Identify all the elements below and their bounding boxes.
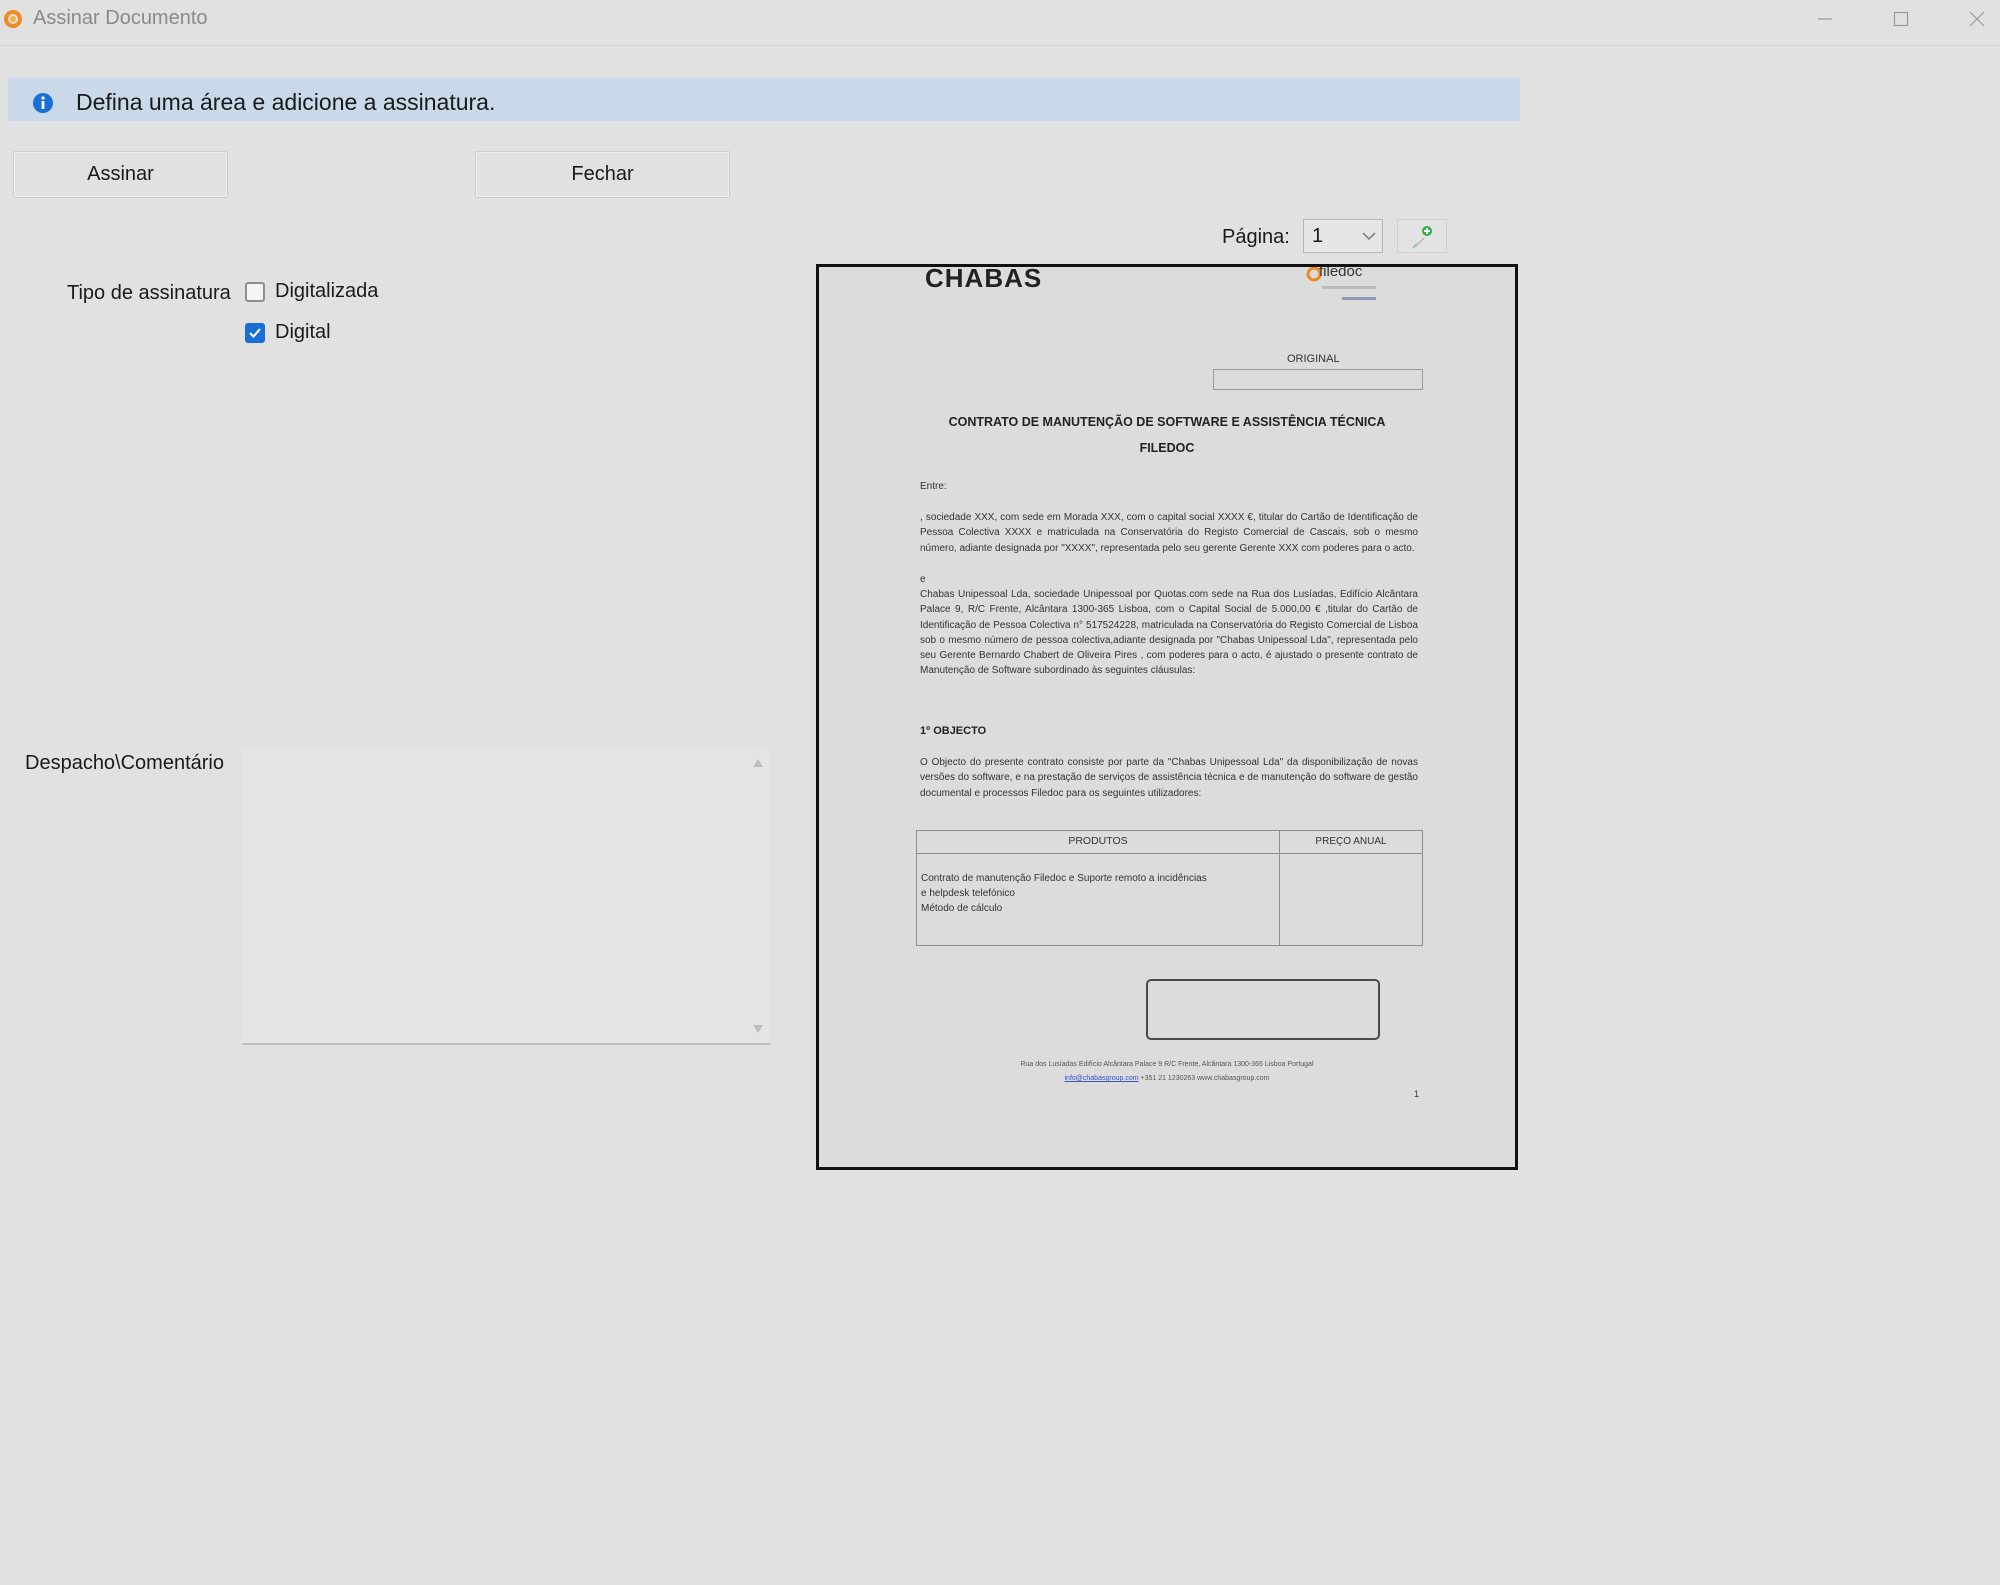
window-title: Assinar Documento [33, 7, 208, 29]
original-label: ORIGINAL [1287, 353, 1340, 365]
filedoc-logo-text: filedoc [1319, 264, 1363, 280]
app-logo-icon [2, 8, 24, 30]
chevron-down-icon [1362, 232, 1376, 241]
logo-bar [1342, 297, 1376, 300]
document-footer-address: Rua dos Lusíadas Edifício Alcântara Pala… [1020, 1061, 1314, 1068]
checkmark-icon [249, 328, 261, 338]
document-preview[interactable]: CHABAS filedoc ORIGINAL CONTRATO DE MANU… [816, 264, 1518, 1170]
title-bar [0, 0, 2000, 46]
page-label: Página: [1222, 226, 1290, 248]
comment-scrollbar[interactable] [746, 748, 770, 1045]
banner-message: Defina uma área e adicione a assinatura. [76, 89, 496, 115]
signature-area[interactable] [1146, 979, 1380, 1040]
document-footer-contact-rest: +351 21 1230263 www.chabasgroup.com [1138, 1075, 1270, 1082]
document-e: e [920, 574, 926, 585]
document-party2: Chabas Unipessoal Lda, sociedade Unipess… [920, 589, 1418, 677]
minimize-icon [1818, 18, 1832, 20]
close-button[interactable]: Fechar [475, 151, 730, 198]
digitalizada-label[interactable]: Digitalizada [275, 280, 378, 303]
table-header-produtos: PRODUTOS [1068, 835, 1128, 847]
scroll-up-icon[interactable] [752, 758, 764, 768]
comment-label: Despacho\Comentário [25, 752, 224, 774]
close-window-button[interactable] [1942, 0, 2000, 38]
table-header-preco: PREÇO ANUAL [1315, 836, 1387, 847]
digitalizada-checkbox[interactable] [245, 282, 265, 302]
add-page-icon [1412, 226, 1432, 249]
document-products-table: PRODUTOS PREÇO ANUAL Contrato de manuten… [916, 830, 1423, 946]
signature-type-label: Tipo de assinatura [67, 282, 231, 304]
info-icon [32, 92, 54, 114]
close-icon [1969, 11, 1985, 27]
table-row-line2: e helpdesk telefónico [921, 888, 1015, 899]
minimize-button[interactable] [1790, 0, 1860, 38]
document-footer-contact: info@chabasgroup.com +351 21 1230263 www… [819, 1075, 1515, 1082]
digital-label[interactable]: Digital [275, 321, 331, 344]
table-row-line3: Método de cálculo [921, 903, 1003, 914]
document-party1: , sociedade XXX, com sede em Morada XXX,… [920, 512, 1418, 554]
comment-textarea[interactable] [242, 748, 770, 1045]
document-section1-title: 1º OBJECTO [920, 725, 987, 737]
table-header-divider [917, 853, 1422, 854]
document-footer-email: info@chabasgroup.com [1064, 1075, 1139, 1082]
page-select[interactable]: 1 [1303, 219, 1383, 253]
maximize-button[interactable] [1866, 0, 1936, 38]
digital-checkbox[interactable] [245, 323, 265, 343]
logo-underline [1322, 286, 1376, 289]
scroll-down-icon[interactable] [752, 1024, 764, 1034]
document-page-number: 1 [1414, 1089, 1420, 1099]
document-entre: Entre: [920, 481, 947, 492]
page-select-value: 1 [1312, 225, 1324, 247]
document-title: CONTRATO DE MANUTENÇÃO DE SOFTWARE E ASS… [948, 415, 1386, 429]
document-subtitle: FILEDOC [1139, 441, 1195, 455]
original-box [1213, 369, 1423, 390]
maximize-icon [1893, 11, 1909, 27]
table-row-line1: Contrato de manutenção Filedoc e Suporte… [921, 873, 1207, 884]
sign-button[interactable]: Assinar [13, 151, 228, 198]
add-page-button[interactable] [1397, 219, 1447, 253]
document-brand-logo: CHABAS [925, 264, 1043, 293]
document-section1-text: O Objecto do presente contrato consiste … [920, 757, 1418, 799]
